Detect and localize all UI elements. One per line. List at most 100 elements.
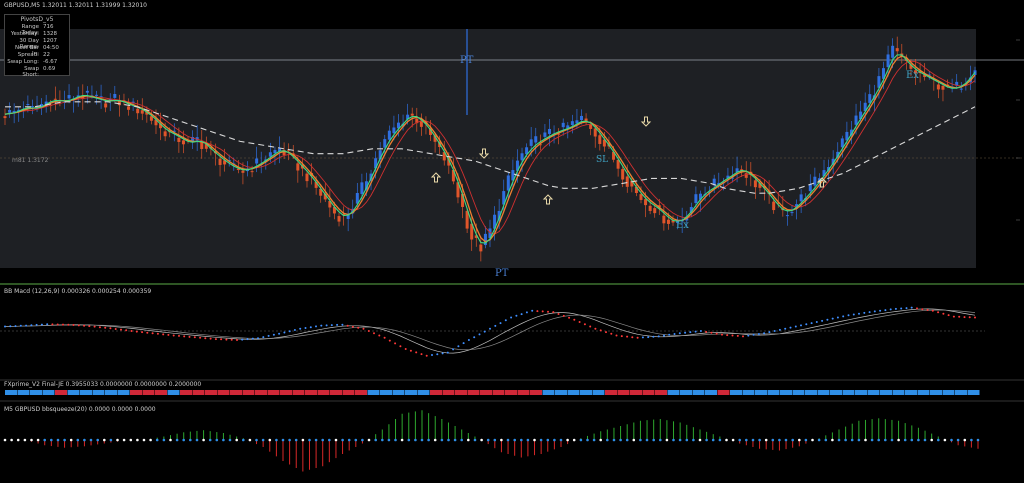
macd-dot: [663, 334, 665, 337]
macd-dot: [699, 330, 702, 332]
squeeze-dot: [553, 438, 556, 442]
macd-dot: [388, 339, 391, 342]
squeeze-dot: [467, 438, 470, 442]
fxprime-bar: [755, 390, 767, 395]
squeeze-dot: [248, 438, 252, 442]
squeeze-hist-group: [3, 410, 980, 472]
macd-dot: [736, 334, 739, 337]
squeeze-dot: [725, 438, 728, 442]
macd-dot: [193, 336, 196, 339]
macd-dot: [462, 342, 465, 345]
macd-dot: [547, 310, 549, 313]
macd-dot: [278, 332, 281, 335]
macd-dot: [415, 351, 418, 354]
squeeze-dot: [36, 438, 40, 442]
macd-dot: [757, 333, 760, 335]
squeeze-dot: [804, 438, 808, 442]
fxprime-bar: [392, 390, 405, 395]
squeeze-dot: [347, 438, 351, 442]
squeeze-dot: [182, 438, 185, 442]
squeeze-dot: [692, 438, 695, 442]
macd-dot: [768, 331, 771, 334]
squeeze-panel-title: M5 GBPUSD bbsqueeze(20) 0.0000 0.0000 0.…: [4, 406, 156, 413]
fxprime-bar: [217, 390, 230, 395]
squeeze-dot: [56, 438, 60, 442]
fxprime-bar: [905, 390, 917, 395]
squeeze-dot: [592, 438, 596, 442]
fxprime-bar: [642, 390, 655, 395]
macd-dot: [330, 324, 333, 327]
squeeze-dot: [460, 438, 464, 442]
squeeze-dot: [705, 438, 708, 442]
squeeze-dot: [917, 438, 920, 442]
macd-dot: [315, 325, 317, 328]
squeeze-dot: [23, 438, 27, 442]
squeeze-dot: [361, 438, 364, 442]
macd-dot: [952, 315, 955, 318]
fxprime-bar: [530, 390, 542, 395]
macd-dot: [836, 316, 839, 319]
squeeze-dot: [520, 438, 523, 442]
macd-dot: [668, 333, 671, 336]
price-scale: [1016, 39, 1020, 221]
fxprime-bar: [867, 390, 880, 395]
macd-dot: [499, 322, 502, 325]
macd-dot: [241, 338, 244, 341]
macd-dot: [188, 335, 191, 338]
macd-dot: [304, 327, 307, 329]
squeeze-dot: [884, 438, 887, 442]
fxprime-bar: [380, 390, 392, 395]
squeeze-dot: [937, 438, 940, 442]
squeeze-dot: [129, 438, 133, 442]
macd-dot: [320, 324, 323, 327]
fxprime-bar: [555, 390, 567, 395]
macd-dot: [167, 333, 170, 336]
pt-bottom-label: PT: [495, 268, 509, 279]
squeeze-dot: [162, 438, 166, 442]
macd-dot: [156, 332, 159, 335]
macd-dot: [214, 338, 217, 341]
fxprime-bar: [630, 390, 642, 395]
macd-dot: [299, 327, 302, 330]
macd-dot: [441, 352, 444, 355]
squeeze-dot: [453, 438, 457, 442]
macd-dot: [842, 315, 845, 318]
macd-dot: [473, 336, 476, 339]
squeeze-dot: [506, 438, 510, 442]
macd-dot: [446, 351, 449, 354]
pt-top-label: PT: [460, 55, 474, 66]
macd-dot: [926, 309, 929, 311]
fxprime-bar: [292, 390, 305, 395]
macd-dot: [30, 324, 33, 327]
macd-dot: [83, 324, 86, 327]
macd-dot: [357, 326, 360, 329]
fxprime-bar: [192, 390, 205, 395]
fxprime-bar: [417, 390, 430, 395]
macd-dot: [710, 331, 713, 334]
squeeze-dot: [109, 438, 113, 442]
macd-dot: [778, 328, 781, 331]
fxprime-bar: [930, 390, 942, 395]
macd-dot: [947, 314, 950, 317]
macd-dot: [40, 323, 43, 326]
macd-dot: [14, 325, 17, 328]
macd-dot: [9, 325, 12, 328]
squeeze-dot: [222, 438, 225, 442]
squeeze-dot: [10, 438, 13, 442]
squeeze-dot: [632, 438, 636, 442]
macd-dot: [483, 330, 486, 333]
macd-dot: [409, 349, 412, 352]
squeeze-dot: [539, 438, 543, 442]
fxprime-bar: [267, 390, 280, 395]
squeeze-dot: [43, 438, 46, 442]
squeeze-dot: [76, 438, 80, 442]
fxprime-bar: [405, 390, 417, 395]
macd-dot: [420, 353, 423, 356]
macd-dot: [552, 311, 555, 314]
squeeze-dot: [420, 438, 424, 442]
macd-dot: [578, 321, 581, 323]
fxprime-bar: [542, 390, 555, 395]
fxprime-bar: [730, 390, 742, 395]
macd-dot: [568, 316, 571, 319]
macd-dot: [436, 353, 439, 356]
